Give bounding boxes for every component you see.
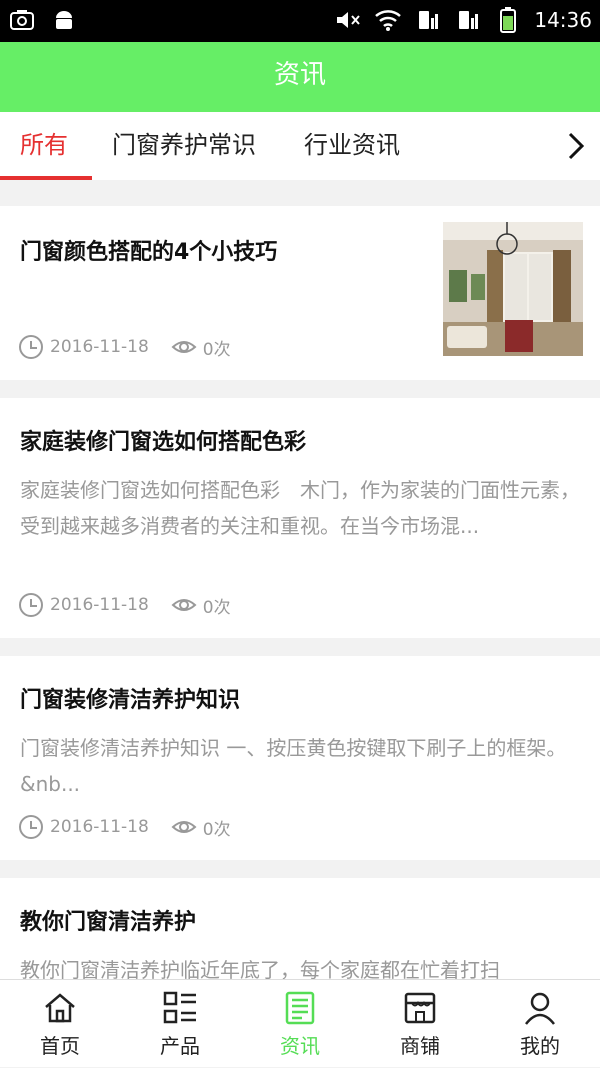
article-summary: 门窗装修清洁养护知识 一、按压黄色按键取下刷子上的框架。 &nb... [20, 736, 577, 796]
nav-news[interactable]: 资讯 [240, 980, 360, 1068]
sim-signal-icon [454, 6, 482, 34]
sim-signal-icon [414, 6, 442, 34]
article-title: 门窗装修清洁养护知识 [20, 688, 241, 713]
tab-all[interactable]: 所有 [20, 112, 68, 180]
eye-icon [171, 334, 197, 360]
news-icon [282, 990, 318, 1026]
nav-shop[interactable]: 商铺 [360, 980, 480, 1068]
clock-icon [18, 334, 44, 360]
eye-icon [171, 814, 197, 840]
page-title: 资讯 [0, 42, 600, 112]
battery-icon [494, 6, 522, 34]
clock-icon [18, 814, 44, 840]
status-bar: 14:36 [0, 0, 600, 42]
category-tabs: 所有 门窗养护常识 行业资讯 [0, 112, 600, 180]
article-views: 0次 [202, 819, 231, 840]
list-item[interactable]: 家庭装修门窗选如何搭配色彩 家庭装修门窗选如何搭配色彩 木门，作为家装的门面性元… [0, 398, 600, 638]
list-item[interactable]: 门窗颜色搭配的4个小技巧 2016-11-18 0次 [0, 206, 600, 380]
clock-icon [18, 592, 44, 618]
android-icon [50, 6, 78, 34]
tab-maintenance[interactable]: 门窗养护常识 [112, 112, 256, 180]
article-meta: 2016-11-18 0次 [18, 592, 231, 618]
bottom-nav: 首页 产品 资讯 商铺 我的 [0, 979, 600, 1067]
list-item[interactable]: 教你门窗清洁养护 教你门窗清洁养护临近年底了，每个家庭都在忙着打扫 [0, 878, 600, 988]
article-summary: 家庭装修门窗选如何搭配色彩 木门，作为家装的门面性元素，受到越来越多消费者的关注… [20, 478, 580, 538]
mute-icon [334, 6, 362, 34]
article-title: 门窗颜色搭配的4个小技巧 [20, 240, 278, 265]
article-title: 教你门窗清洁养护 [20, 910, 197, 935]
chevron-right-icon[interactable] [558, 128, 592, 164]
user-icon [522, 990, 558, 1026]
article-title: 家庭装修门窗选如何搭配色彩 [20, 430, 307, 455]
article-views: 0次 [202, 597, 231, 618]
eye-icon [171, 592, 197, 618]
article-date: 2016-11-18 [50, 337, 149, 357]
wifi-icon [374, 6, 402, 34]
product-list-icon [162, 990, 198, 1026]
nav-home[interactable]: 首页 [0, 980, 120, 1068]
clock: 14:36 [534, 8, 592, 32]
article-views: 0次 [202, 339, 231, 360]
list-item[interactable]: 门窗装修清洁养护知识 门窗装修清洁养护知识 一、按压黄色按键取下刷子上的框架。 … [0, 656, 600, 860]
article-meta: 2016-11-18 0次 [18, 814, 231, 840]
article-meta: 2016-11-18 0次 [18, 334, 231, 360]
shop-icon [402, 990, 438, 1026]
article-date: 2016-11-18 [50, 817, 149, 837]
article-date: 2016-11-18 [50, 595, 149, 615]
tab-industry-news[interactable]: 行业资讯 [304, 112, 400, 180]
active-tab-indicator [0, 176, 92, 180]
screenshot-icon [8, 6, 36, 34]
article-thumbnail [443, 222, 583, 356]
home-icon [42, 990, 78, 1026]
nav-products[interactable]: 产品 [120, 980, 240, 1068]
nav-profile[interactable]: 我的 [480, 980, 600, 1068]
